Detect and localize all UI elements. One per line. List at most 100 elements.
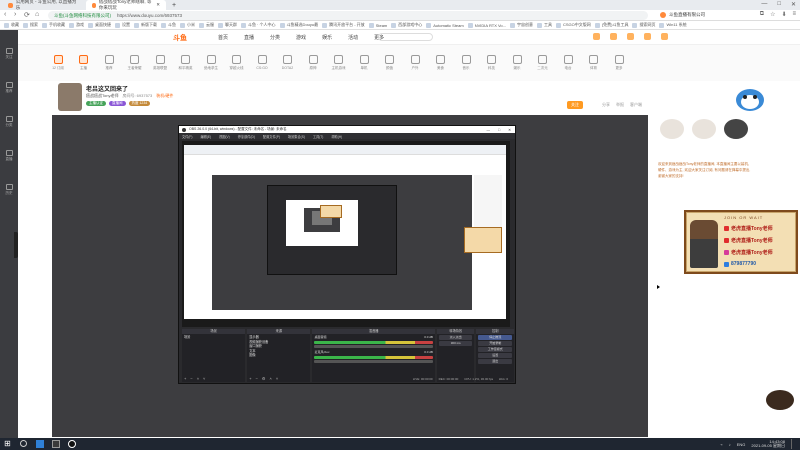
category-item[interactable]: 颜值 [380, 55, 400, 71]
bookmark-item[interactable]: CSGO中文版网 [556, 22, 591, 28]
mascot-icon[interactable] [733, 85, 767, 113]
minimize-button[interactable]: — [761, 1, 767, 8]
history-icon[interactable] [593, 33, 600, 40]
browser-tab-active[interactable]: 痞战痞战Tony老师瞎聊, 等你来玩玩 ✕ [86, 0, 166, 10]
obs-menu-item[interactable]: 帮助(H) [331, 134, 342, 139]
category-item[interactable]: 原神 [303, 55, 323, 71]
bookmark-item[interactable]: 斗鱼 · 个人中心 [241, 22, 276, 28]
room-category[interactable]: 装机/硬件 [156, 93, 173, 99]
obs-maximize-button[interactable]: □ [498, 128, 500, 132]
volume-icon[interactable]: ♪ [729, 442, 731, 447]
menu-icon[interactable]: ≡ [792, 11, 796, 18]
category-item[interactable]: 推荐 [99, 55, 119, 71]
top-nav-item[interactable]: 活动 [348, 34, 358, 41]
volume-slider[interactable] [314, 345, 433, 348]
category-item[interactable]: 美食 [431, 55, 451, 71]
top-nav-item[interactable]: 分类 [270, 34, 280, 41]
bookmark-item[interactable]: 斗鱼 [161, 22, 176, 28]
bookmark-item[interactable]: 收藏 [4, 22, 19, 28]
obs-menu-item[interactable]: 配置文件(P) [263, 134, 280, 139]
message-icon[interactable] [627, 33, 634, 40]
user-icon[interactable] [661, 33, 668, 40]
bookmark-item[interactable]: 新版下载 [134, 22, 157, 28]
close-tab-icon[interactable]: ✕ [156, 2, 160, 8]
promo-card[interactable]: JOIN OR WAIT 老虎直播Tony老师 老虎直播Tony老师 老虎直播T… [684, 210, 798, 274]
forward-button[interactable]: › [14, 11, 16, 18]
bookmark-item[interactable]: (免费)斗鱼工具 [594, 22, 628, 28]
bookmark-item[interactable]: 工具 [537, 22, 552, 28]
rail-item[interactable]: 推荐 [2, 82, 16, 96]
category-item[interactable]: 科技 [482, 55, 502, 71]
category-item[interactable]: 体育 [584, 55, 604, 71]
rail-item[interactable]: 分类 [2, 116, 16, 130]
obs-control-button[interactable]: 退出 [478, 359, 512, 364]
download-icon[interactable]: ⬇ [781, 11, 786, 18]
bookmark-item[interactable]: NVIDIA RTX Vo... [467, 22, 506, 28]
extensions-icon[interactable]: ⧉ [760, 11, 764, 18]
streamer-avatar[interactable] [58, 83, 82, 111]
obs-menu-item[interactable]: 编辑(E) [200, 134, 211, 139]
obs-control-button[interactable]: 停止推流 [478, 335, 512, 340]
top-nav-item[interactable]: 直播 [244, 34, 254, 41]
category-item[interactable]: 主播 [74, 55, 94, 71]
report-link[interactable]: 举报 [616, 102, 624, 108]
browser-taskbar-icon[interactable] [36, 440, 44, 448]
category-item[interactable]: CS:GO [252, 55, 272, 70]
douyu-logo[interactable]: 斗鱼 [173, 33, 187, 43]
category-item[interactable]: 单机 [354, 55, 374, 71]
reload-button[interactable]: ⟳ [24, 11, 30, 19]
category-item[interactable]: 绝地求生 [201, 55, 221, 71]
source-item[interactable]: 图像 [249, 353, 308, 358]
top-nav-item[interactable]: 游戏 [296, 34, 306, 41]
bookmark-item[interactable]: 桌面快捷 [88, 22, 111, 28]
category-item[interactable]: 娱乐 [507, 55, 527, 71]
extension-icon[interactable] [660, 12, 666, 18]
rank-avatar[interactable] [660, 119, 684, 139]
start-menu-icon[interactable]: ⊞ [4, 440, 12, 448]
rail-item[interactable]: 直播 [2, 150, 16, 164]
transition-select[interactable]: 淡入淡出 [438, 335, 473, 340]
clock[interactable]: 14:43:08 2021-09-05 星期日 [751, 439, 785, 449]
rail-item[interactable]: 关注 [2, 48, 16, 62]
bookmark-item[interactable]: 小米 [180, 22, 195, 28]
close-window-button[interactable]: ✕ [791, 1, 796, 8]
transition-duration[interactable]: 300 ms [438, 341, 473, 346]
obs-menu-item[interactable]: 文件(F) [182, 134, 192, 139]
bookmark-item[interactable]: Win11 系统 [659, 22, 687, 28]
obs-menu-item[interactable]: 停靠部件(D) [238, 134, 255, 139]
follow-icon[interactable] [610, 33, 617, 40]
client-link[interactable]: 客户端 [630, 102, 642, 108]
bookmark-item[interactable]: 搜索 [23, 22, 38, 28]
obs-taskbar-icon[interactable] [52, 440, 60, 448]
bookmark-item[interactable]: 腾讯开放平台 - 开放 [322, 22, 365, 28]
category-item[interactable]: 二次元 [533, 55, 553, 71]
obs-window[interactable]: OBS 26.0.0 (64-bit, windows) - 配置文件: 未命名… [178, 125, 516, 384]
obs-control-button[interactable]: 开始录制 [478, 341, 512, 346]
rail-collapse-handle[interactable] [14, 232, 18, 258]
category-item[interactable]: DOTA2 [278, 55, 298, 70]
bookmark-item[interactable]: 云服 [199, 22, 214, 28]
category-item[interactable]: 穿越火线 [227, 55, 247, 71]
scene-item[interactable]: 场景 [184, 335, 243, 340]
rail-item[interactable]: 历史 [2, 184, 16, 198]
home-button[interactable]: ⌂ [35, 11, 39, 18]
category-item[interactable]: 主机游戏 [329, 55, 349, 71]
top-nav-item[interactable]: 首页 [218, 34, 228, 41]
category-item[interactable]: 王者荣耀 [125, 55, 145, 71]
star-icon[interactable]: ☆ [770, 11, 775, 18]
browser-tab[interactable]: 公用网页 - 斗鱼公用, 以直播为乐 [2, 0, 84, 10]
category-item[interactable]: 音乐 [456, 55, 476, 71]
category-item[interactable]: 电台 [558, 55, 578, 71]
bookmark-item[interactable]: 西部游戏中心 [391, 22, 422, 28]
obs-menu-item[interactable]: 场景集合(S) [288, 134, 305, 139]
obs-menu-item[interactable]: 工具(T) [313, 134, 323, 139]
maximize-button[interactable]: □ [777, 1, 781, 8]
url-input[interactable]: 斗鱼(斗鱼网络科技有限公司) https://www.douyu.com/693… [48, 11, 648, 20]
bookmark-item[interactable]: Steam [368, 22, 387, 28]
bookmark-item[interactable]: 手机收藏 [42, 22, 65, 28]
obs-minimize-button[interactable]: — [486, 128, 490, 132]
back-button[interactable]: ‹ [4, 11, 6, 18]
obs-menu-item[interactable]: 视图(V) [219, 134, 230, 139]
obs-preview[interactable] [182, 141, 510, 327]
show-desktop-button[interactable] [791, 439, 794, 449]
